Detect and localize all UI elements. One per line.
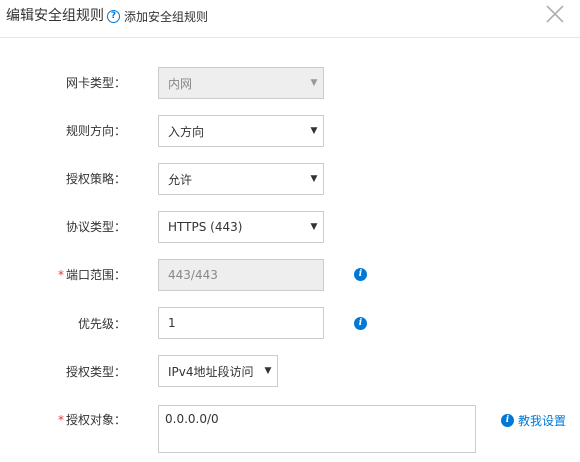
info-icon[interactable]: i [354, 268, 367, 281]
port-range-input[interactable]: 443/443 [158, 259, 324, 291]
required-mark: * [57, 413, 64, 427]
port-range-label: * 端口范围： [6, 267, 126, 283]
auth-object-textarea[interactable]: 0.0.0.0/0 [158, 405, 476, 453]
priority-value: 1 [168, 316, 176, 330]
direction-value: 入方向 [168, 124, 205, 139]
info-icon: i [501, 413, 514, 427]
auth-type-value: IPv4地址段访问 [168, 364, 254, 379]
dropdown-arrow-icon: ▼ [310, 126, 318, 136]
info-icon[interactable]: i [354, 317, 367, 330]
policy-value: 允许 [168, 172, 193, 187]
close-icon[interactable] [544, 3, 566, 25]
auth-object-label: * 授权对象： [6, 412, 126, 428]
edit-security-group-rule-dialog: 编辑安全组规则 ? 添加安全组规则 网卡类型： 内网 ▼ 规则方向： 入方向 ▼… [0, 0, 580, 462]
auth-object-label-text: 授权对象： [65, 413, 126, 427]
tutorial-link-text: 教我设置 [518, 413, 567, 428]
nic-type-label: 网卡类型： [65, 76, 126, 90]
tutorial-link[interactable]: i 教我设置 [501, 412, 566, 428]
dialog-title: 编辑安全组规则 [6, 8, 104, 24]
nic-type-value: 内网 [168, 76, 193, 91]
priority-input[interactable]: 1 [158, 307, 324, 339]
direction-select[interactable]: 入方向 ▼ [158, 115, 324, 147]
protocol-label: 协议类型： [65, 220, 126, 234]
add-rule-help-link[interactable]: ? 添加安全组规则 [107, 8, 208, 24]
auth-type-label: 授权类型： [65, 365, 126, 379]
port-range-value: 443/443 [168, 268, 218, 282]
required-mark: * [57, 268, 64, 282]
dialog-header: 编辑安全组规则 ? 添加安全组规则 [0, 0, 580, 38]
nic-type-select[interactable]: 内网 ▼ [158, 67, 324, 99]
dropdown-arrow-icon: ▼ [310, 78, 318, 88]
priority-label: 优先级： [77, 317, 126, 331]
dropdown-arrow-icon: ▼ [310, 174, 318, 184]
protocol-value: HTTPS (443) [168, 220, 243, 234]
auth-type-select[interactable]: IPv4地址段访问 ▼ [158, 355, 278, 387]
direction-label: 规则方向： [65, 124, 126, 138]
policy-select[interactable]: 允许 ▼ [158, 163, 324, 195]
help-link-text: 添加安全组规则 [124, 9, 209, 24]
dropdown-arrow-icon: ▼ [310, 222, 318, 232]
question-circle-icon: ? [107, 9, 120, 23]
policy-label: 授权策略： [65, 172, 126, 186]
dropdown-arrow-icon: ▼ [264, 366, 272, 376]
port-range-label-text: 端口范围： [65, 268, 126, 282]
protocol-select[interactable]: HTTPS (443) ▼ [158, 211, 324, 243]
